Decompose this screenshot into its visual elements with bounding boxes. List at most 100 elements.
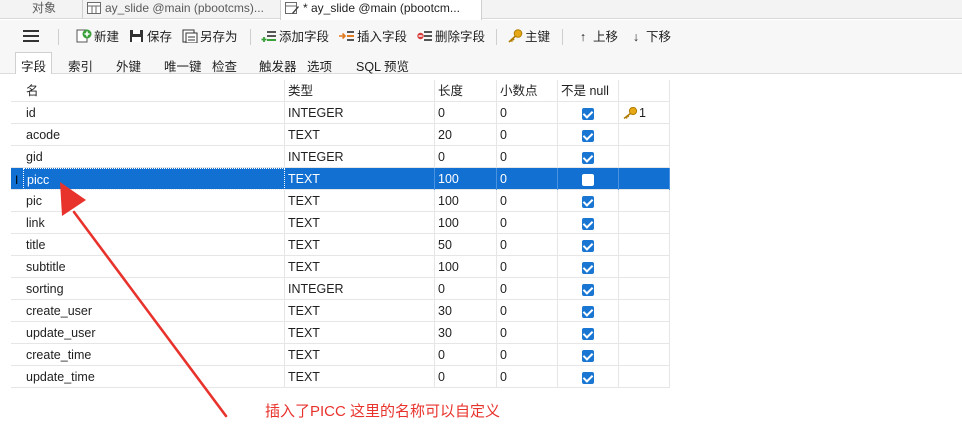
row-indicator[interactable] [11,344,23,366]
field-type-cell[interactable]: TEXT [285,234,435,256]
field-row[interactable]: Ipicc TEXT 100 0 [11,168,670,190]
field-name-cell[interactable]: acode [23,124,285,146]
column-header-length[interactable]: 长度 [435,80,497,102]
not-null-cell[interactable] [558,256,619,278]
not-null-cell[interactable] [558,278,619,300]
not-null-checkbox[interactable] [582,108,594,120]
column-header-type[interactable]: 类型 [285,80,435,102]
field-decimals-cell[interactable]: 0 [497,234,558,256]
primary-key-button[interactable]: 主键 [507,28,550,46]
tab-sql-preview[interactable]: SQL 预览 [356,56,409,75]
field-decimals-cell[interactable]: 0 [497,146,558,168]
column-header-not-null[interactable]: 不是 null [558,80,619,102]
field-type-cell[interactable]: TEXT [285,212,435,234]
field-name-cell[interactable]: id [23,102,285,124]
field-type-cell[interactable]: TEXT [285,190,435,212]
tab-triggers[interactable]: 触发器 [259,56,297,75]
move-down-button[interactable]: ↓ 下移 [628,28,671,46]
field-row[interactable]: create_time TEXT 0 0 [11,344,670,366]
move-up-button[interactable]: ↑ 上移 [575,28,618,46]
hamburger-menu-icon[interactable] [22,27,40,45]
field-length-cell[interactable]: 0 [435,344,497,366]
field-length-cell[interactable]: 0 [435,278,497,300]
field-type-cell[interactable]: TEXT [285,344,435,366]
field-decimals-cell[interactable]: 0 [497,102,558,124]
field-length-cell[interactable]: 100 [435,212,497,234]
field-length-cell[interactable]: 0 [435,102,497,124]
field-type-cell[interactable]: INTEGER [285,146,435,168]
field-row[interactable]: update_time TEXT 0 0 [11,366,670,388]
field-decimals-cell[interactable]: 0 [497,212,558,234]
column-header-key[interactable] [619,80,670,102]
row-indicator[interactable]: I [11,168,23,190]
not-null-checkbox[interactable] [582,218,594,230]
not-null-cell[interactable] [558,168,619,190]
save-as-button[interactable]: 另存为 [182,28,238,46]
field-name-cell[interactable]: pic [23,190,285,212]
not-null-checkbox[interactable] [582,240,594,252]
field-row[interactable]: pic TEXT 100 0 [11,190,670,212]
not-null-cell[interactable] [558,322,619,344]
row-indicator[interactable] [11,124,23,146]
save-button[interactable]: 保存 [129,28,172,46]
field-row[interactable]: id INTEGER 0 0 1 [11,102,670,124]
column-header-decimals[interactable]: 小数点 [497,80,558,102]
field-length-cell[interactable]: 30 [435,322,497,344]
field-decimals-cell[interactable]: 0 [497,344,558,366]
row-indicator[interactable] [11,256,23,278]
field-name-cell[interactable]: create_time [23,344,285,366]
row-indicator[interactable] [11,234,23,256]
not-null-checkbox[interactable] [582,328,594,340]
row-indicator[interactable] [11,322,23,344]
tab-table-design[interactable]: * ay_slide @main (pbootcm... [280,0,482,20]
field-row[interactable]: sorting INTEGER 0 0 [11,278,670,300]
field-name-cell[interactable]: gid [23,146,285,168]
not-null-cell[interactable] [558,102,619,124]
field-decimals-cell[interactable]: 0 [497,124,558,146]
field-name-cell[interactable]: update_time [23,366,285,388]
not-null-checkbox[interactable] [582,306,594,318]
tab-indexes[interactable]: 索引 [68,56,93,75]
row-indicator[interactable] [11,190,23,212]
field-name-cell[interactable]: create_user [23,300,285,322]
field-type-cell[interactable]: INTEGER [285,102,435,124]
field-name-cell[interactable]: subtitle [23,256,285,278]
not-null-cell[interactable] [558,190,619,212]
row-indicator[interactable] [11,212,23,234]
field-length-cell[interactable]: 50 [435,234,497,256]
field-row[interactable]: gid INTEGER 0 0 [11,146,670,168]
field-length-cell[interactable]: 20 [435,124,497,146]
field-length-cell[interactable]: 0 [435,366,497,388]
new-button[interactable]: 新建 [76,28,119,46]
field-name-cell[interactable]: link [23,212,285,234]
field-name-cell[interactable]: picc [23,168,285,190]
field-decimals-cell[interactable]: 0 [497,190,558,212]
delete-field-button[interactable]: 删除字段 [417,28,485,46]
not-null-cell[interactable] [558,146,619,168]
add-field-button[interactable]: 添加字段 [261,28,329,46]
field-length-cell[interactable]: 100 [435,190,497,212]
tab-objects[interactable]: 对象 [0,0,80,19]
tab-foreign-keys[interactable]: 外键 [116,56,141,75]
not-null-cell[interactable] [558,366,619,388]
field-type-cell[interactable]: TEXT [285,124,435,146]
field-type-cell[interactable]: TEXT [285,300,435,322]
tab-options[interactable]: 选项 [307,56,332,75]
not-null-checkbox[interactable] [582,284,594,296]
field-length-cell[interactable]: 30 [435,300,497,322]
not-null-checkbox[interactable] [582,262,594,274]
not-null-checkbox[interactable] [582,350,594,362]
not-null-cell[interactable] [558,124,619,146]
row-indicator[interactable] [11,366,23,388]
not-null-checkbox[interactable] [582,130,594,142]
field-decimals-cell[interactable]: 0 [497,278,558,300]
row-indicator[interactable] [11,146,23,168]
row-indicator[interactable] [11,300,23,322]
field-length-cell[interactable]: 100 [435,256,497,278]
not-null-checkbox[interactable] [582,152,594,164]
field-name-cell[interactable]: sorting [23,278,285,300]
field-decimals-cell[interactable]: 0 [497,322,558,344]
field-type-cell[interactable]: TEXT [285,256,435,278]
field-decimals-cell[interactable]: 0 [497,300,558,322]
not-null-cell[interactable] [558,344,619,366]
